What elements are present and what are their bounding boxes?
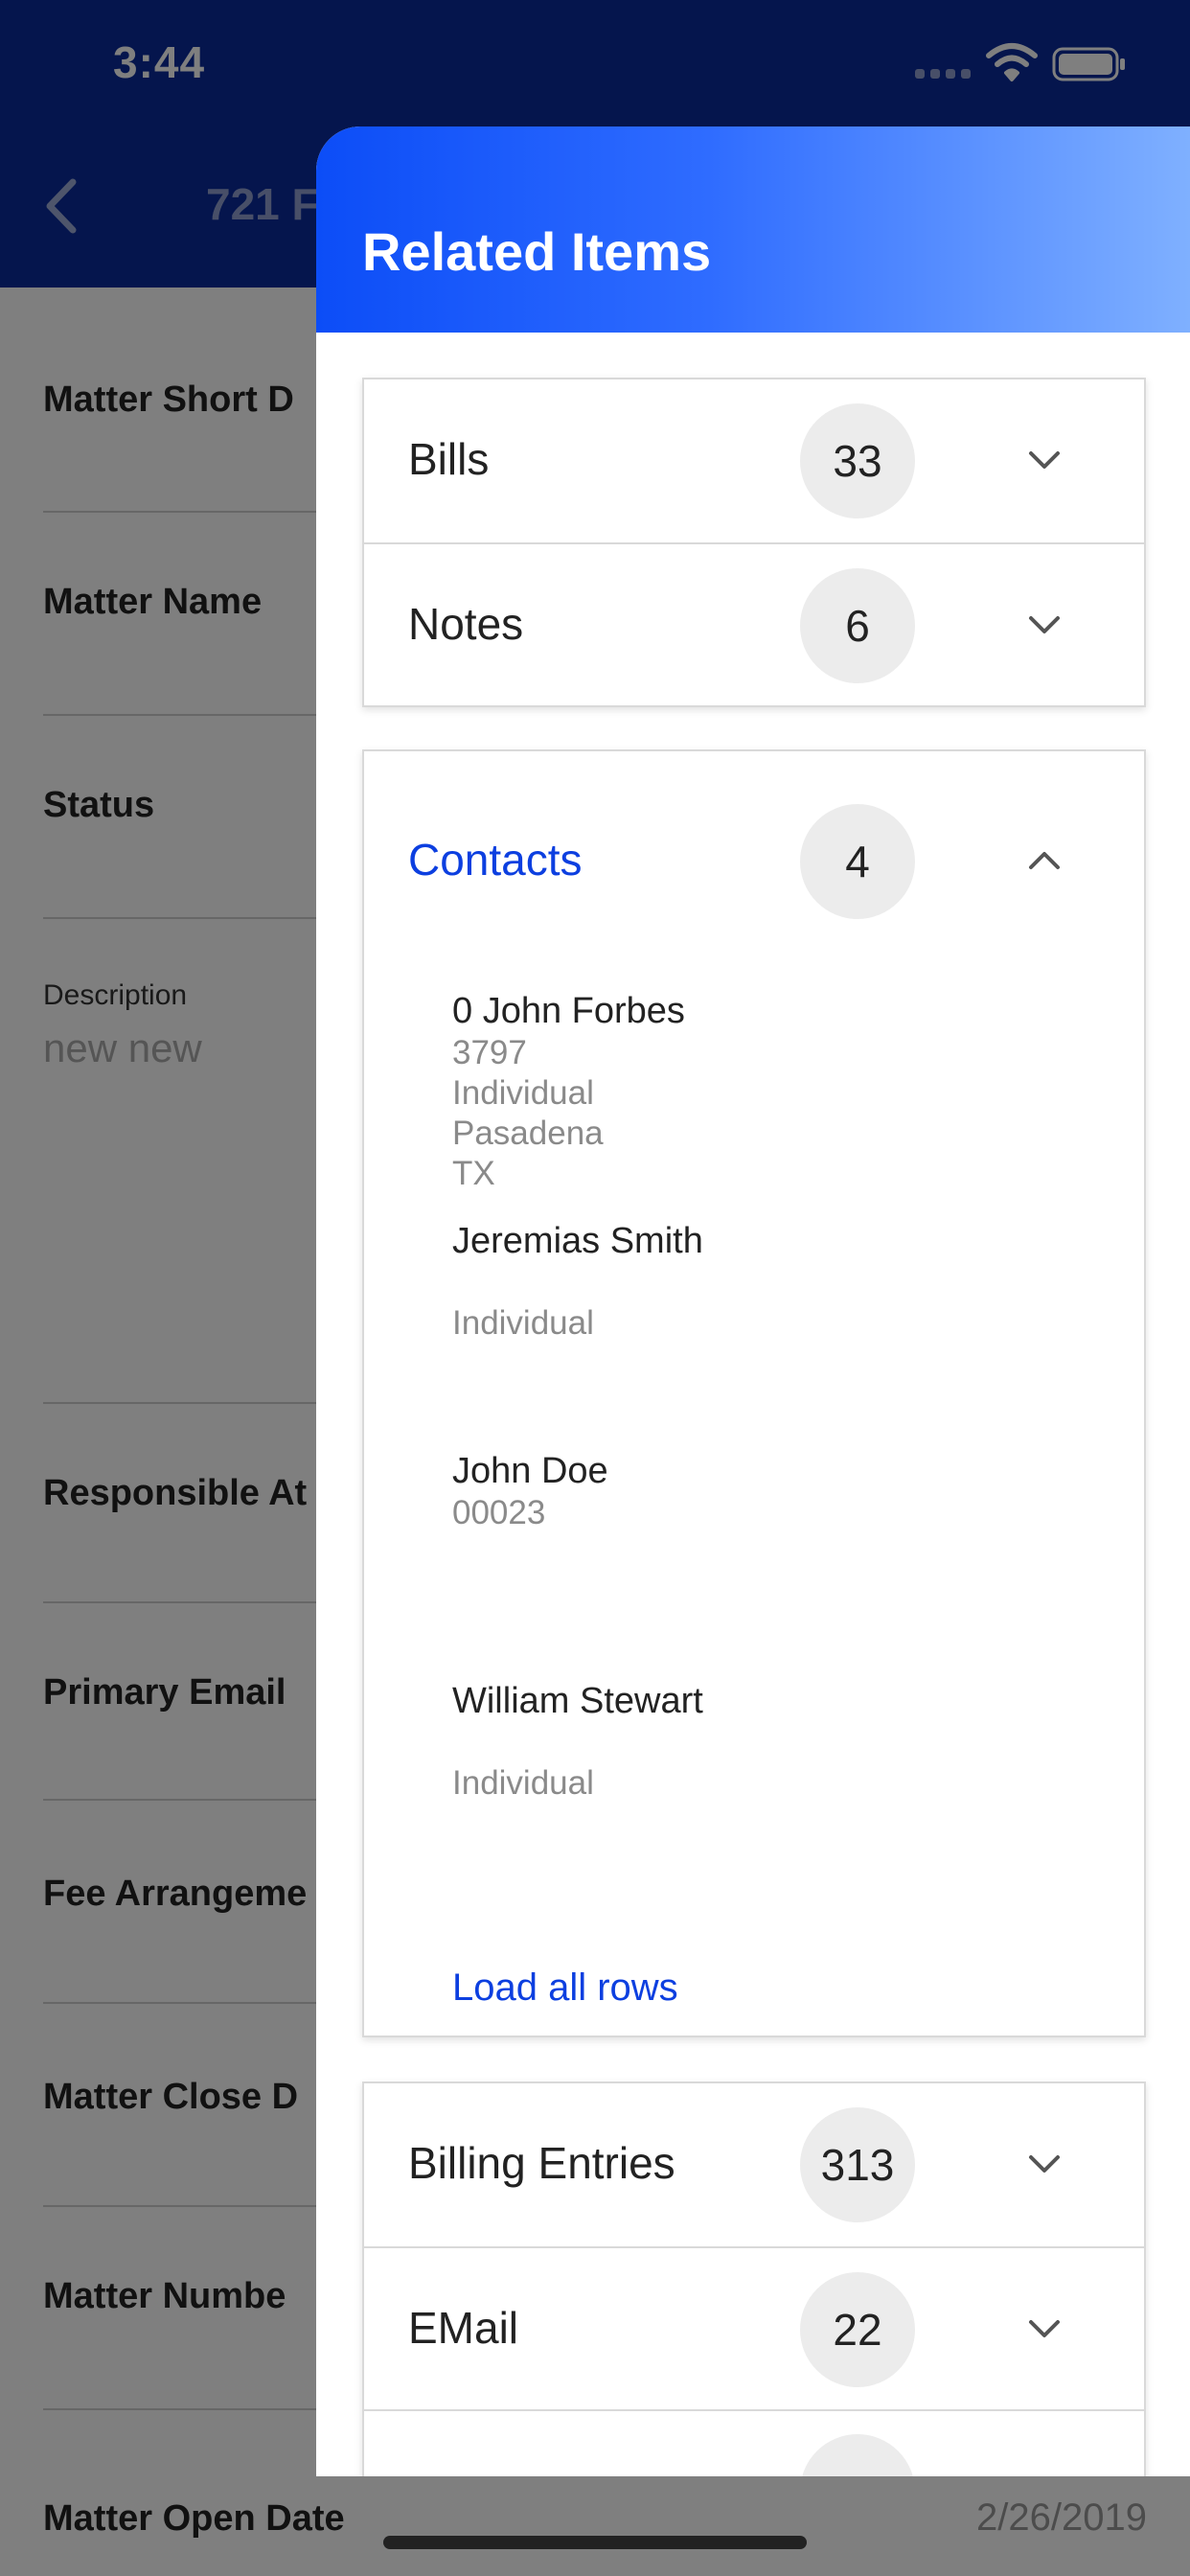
home-indicator[interactable] <box>383 2536 807 2549</box>
contact-name: William Stewart <box>452 1681 703 1721</box>
contact-item[interactable]: William Stewart Individual <box>452 1679 703 1804</box>
count-badge: 33 <box>800 403 915 518</box>
drawer-title: Related Items <box>362 221 712 282</box>
count-badge: 4 <box>800 804 915 919</box>
section-row-billing-entries[interactable]: Billing Entries 313 <box>364 2083 1144 2246</box>
contact-item[interactable]: 0 John Forbes 3797 Individual Pasadena T… <box>452 989 685 1194</box>
chevron-down-icon[interactable] <box>1021 2306 1067 2352</box>
section-row-notes[interactable]: Notes 6 <box>364 542 1144 705</box>
contact-detail <box>452 1263 703 1303</box>
contact-detail: Individual <box>452 1074 594 1112</box>
chevron-down-icon[interactable] <box>1021 602 1067 648</box>
load-all-rows-link[interactable]: Load all rows <box>452 1966 678 2010</box>
chevron-up-icon[interactable] <box>1021 838 1067 884</box>
section-label: Bills <box>408 434 490 484</box>
contact-detail: 3797 <box>452 1034 527 1071</box>
contact-detail <box>452 1723 703 1763</box>
section-label: Billing Entries <box>408 2138 675 2188</box>
contact-detail: Individual <box>452 1764 594 1802</box>
count-badge: 22 <box>800 2272 915 2387</box>
chevron-down-icon[interactable] <box>1021 437 1067 483</box>
count-badge: 6 <box>800 568 915 683</box>
related-card: Bills 33 Notes 6 <box>362 378 1146 707</box>
contact-detail: Pasadena <box>452 1115 604 1152</box>
contact-detail: TX <box>452 1155 495 1192</box>
section-row-email[interactable]: EMail 22 <box>364 2246 1144 2409</box>
contact-name: 0 John Forbes <box>452 991 685 1031</box>
contact-item[interactable]: John Doe 00023 <box>452 1449 608 1533</box>
contact-name: John Doe <box>452 1451 608 1491</box>
section-label: EMail <box>408 2303 519 2353</box>
related-card: Billing Entries 313 EMail 22 <box>362 2082 1146 2476</box>
section-row-partial[interactable] <box>364 2409 1144 2476</box>
drawer-header: Related Items <box>316 126 1190 333</box>
contact-detail: Individual <box>452 1304 594 1342</box>
contacts-card: Contacts 4 0 John Forbes 3797 Individual… <box>362 749 1146 2037</box>
section-label: Notes <box>408 599 524 649</box>
related-items-drawer: Related Items Bills 33 Notes 6 Contacts … <box>316 126 1190 2476</box>
section-label: Contacts <box>408 835 583 885</box>
count-badge: 313 <box>800 2107 915 2222</box>
section-row-contacts[interactable]: Contacts 4 <box>364 780 1144 943</box>
count-badge <box>800 2434 915 2476</box>
contact-detail: 00023 <box>452 1494 546 1531</box>
contact-name: Jeremias Smith <box>452 1221 703 1261</box>
contact-item[interactable]: Jeremias Smith Individual <box>452 1219 703 1344</box>
chevron-down-icon[interactable] <box>1021 2141 1067 2187</box>
section-row-bills[interactable]: Bills 33 <box>364 380 1144 542</box>
